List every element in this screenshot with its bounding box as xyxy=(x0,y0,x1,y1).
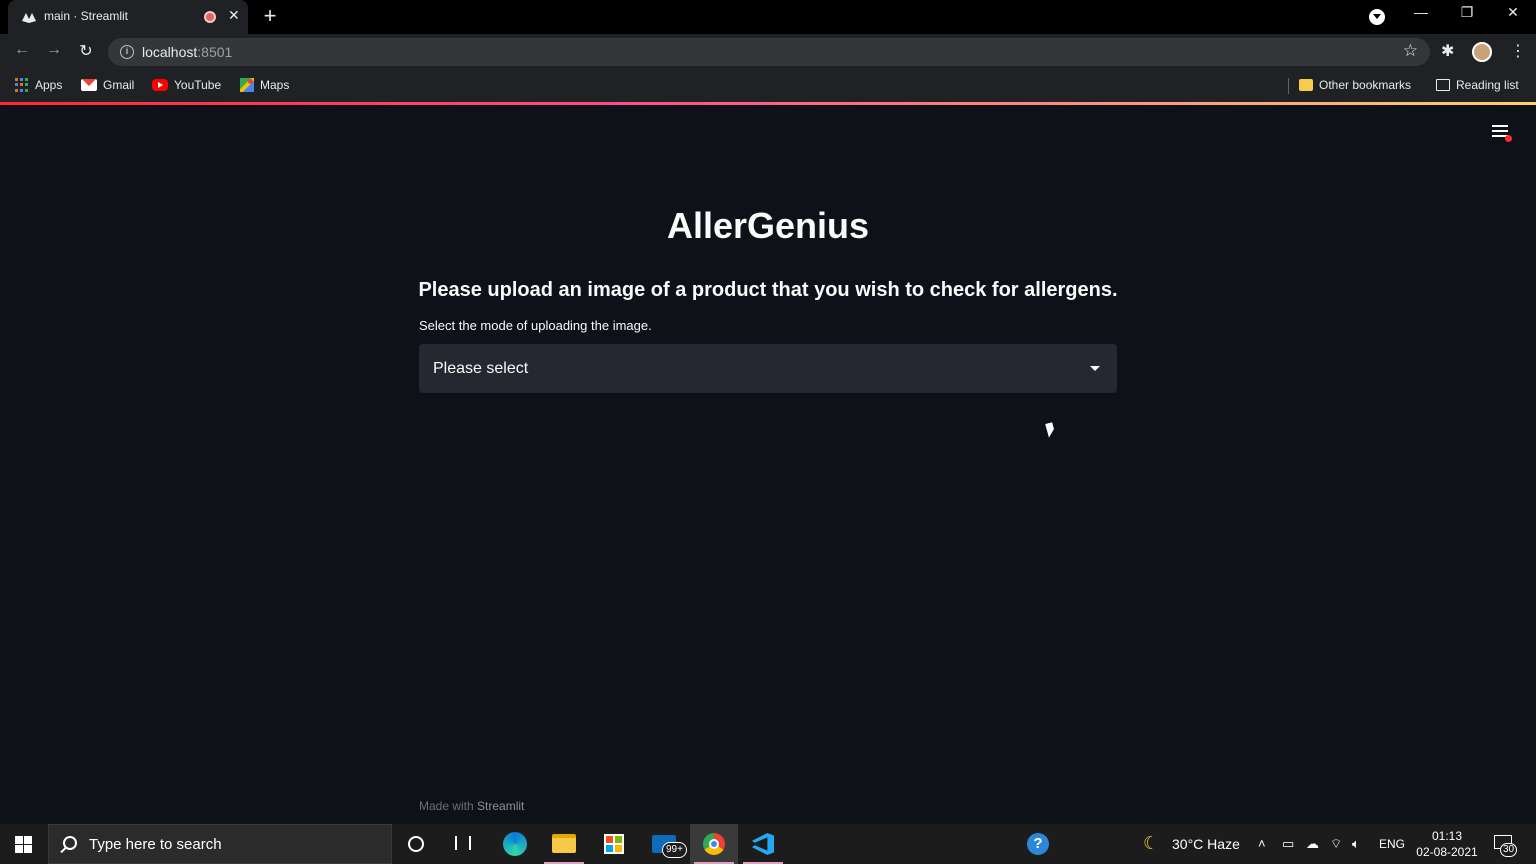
other-bookmarks[interactable]: Other bookmarks xyxy=(1299,78,1411,92)
tab-title: main · Streamlit xyxy=(44,9,129,23)
get-help-icon[interactable]: ? xyxy=(1027,833,1049,855)
wifi-icon[interactable]: ⌔ xyxy=(1330,836,1342,852)
bookmark-gmail[interactable]: Gmail xyxy=(81,78,134,92)
footer-prefix: Made with xyxy=(419,799,478,813)
select-value: Please select xyxy=(433,360,529,377)
gmail-icon xyxy=(81,79,97,91)
minimize-button[interactable]: — xyxy=(1411,4,1431,20)
footer-streamlit-link[interactable]: Streamlit xyxy=(477,799,524,813)
taskbar-app-file-explorer[interactable] xyxy=(540,824,588,864)
bookmarks-bar: Apps Gmail YouTube Maps Other bookmarks … xyxy=(0,70,1536,102)
chrome-icon xyxy=(703,833,725,855)
task-view-icon xyxy=(455,836,471,850)
upload-mode-select[interactable]: Please select xyxy=(419,344,1117,393)
reading-list[interactable]: Reading list xyxy=(1436,78,1519,92)
clock-date: 02-08-2021 xyxy=(1416,845,1478,859)
system-clock[interactable]: 01:13 02-08-2021 xyxy=(1412,828,1482,860)
page-title: AllerGenius xyxy=(666,205,870,246)
bookmark-label: Maps xyxy=(260,78,290,92)
youtube-icon xyxy=(152,79,168,91)
address-bar[interactable]: i localhost:8501 ☆ xyxy=(108,38,1430,66)
search-icon xyxy=(63,836,77,850)
taskbar-app-vscode[interactable] xyxy=(739,824,787,864)
mouse-cursor-icon xyxy=(1045,422,1056,438)
tab-close-icon[interactable]: ✕ xyxy=(228,7,240,24)
new-tab-button[interactable]: + xyxy=(260,3,280,29)
main-menu-hamburger-icon[interactable] xyxy=(1492,125,1512,142)
microsoft-store-icon xyxy=(604,834,624,854)
bookmark-label: YouTube xyxy=(174,78,222,92)
bookmark-maps[interactable]: Maps xyxy=(240,78,289,92)
recording-indicator-icon xyxy=(204,11,216,23)
browser-tab-main[interactable]: main · Streamlit ✕ xyxy=(8,0,248,34)
weather-text[interactable]: 30°C Haze xyxy=(1172,836,1240,852)
vscode-icon xyxy=(752,833,774,855)
footer: Made with Streamlit xyxy=(419,799,524,813)
bookmark-youtube[interactable]: YouTube xyxy=(152,78,221,92)
weather-moon-icon[interactable]: ☾ xyxy=(1143,833,1159,854)
taskbar-app-store[interactable] xyxy=(590,824,638,864)
tab-search-icon[interactable] xyxy=(1369,9,1385,25)
bookmarks-divider xyxy=(1288,78,1289,94)
close-window-button[interactable]: ✕ xyxy=(1503,4,1523,21)
volume-icon[interactable]: 🔈︎ xyxy=(1352,836,1360,852)
chevron-down-icon[interactable] xyxy=(1090,366,1100,371)
menu-notification-dot xyxy=(1505,135,1512,142)
site-info-icon[interactable]: i xyxy=(120,45,134,59)
file-explorer-icon xyxy=(552,834,576,853)
reading-list-icon xyxy=(1436,79,1450,91)
extensions-puzzle-icon[interactable]: ✱ xyxy=(1441,41,1454,61)
folder-icon xyxy=(1299,79,1313,91)
back-arrow-icon[interactable]: ← xyxy=(12,41,32,59)
browser-toolbar: ← → ↻ i localhost:8501 ☆ ✱ ⋮ xyxy=(0,34,1536,70)
restore-button[interactable]: ❐ xyxy=(1457,4,1477,21)
taskbar-app-chrome[interactable] xyxy=(690,824,738,864)
apps-grid-icon xyxy=(15,78,29,92)
windows-start-icon[interactable] xyxy=(15,836,32,853)
profile-avatar[interactable] xyxy=(1472,42,1492,62)
mail-unread-badge: 99+ xyxy=(662,842,687,858)
reload-icon[interactable]: ↻ xyxy=(76,41,96,61)
taskbar-search-box[interactable]: Type here to search xyxy=(48,824,392,864)
forward-arrow-icon[interactable]: → xyxy=(44,41,64,59)
other-bookmarks-label: Other bookmarks xyxy=(1319,78,1412,92)
search-placeholder: Type here to search xyxy=(89,836,222,853)
browser-titlebar: main · Streamlit ✕ + — ❐ ✕ xyxy=(0,0,1536,34)
input-language[interactable]: ENG xyxy=(1379,837,1405,851)
cortana-icon xyxy=(408,836,424,852)
bookmark-apps[interactable]: Apps xyxy=(15,78,62,92)
maps-icon xyxy=(240,78,254,92)
bookmark-label: Gmail xyxy=(103,78,135,92)
reading-list-label: Reading list xyxy=(1456,78,1519,92)
bookmark-star-icon[interactable]: ☆ xyxy=(1403,41,1418,61)
bookmark-label: Apps xyxy=(35,78,63,92)
edge-icon xyxy=(503,832,527,856)
onedrive-icon[interactable]: ☁ xyxy=(1306,836,1319,852)
url-text[interactable]: localhost:8501 xyxy=(142,44,232,60)
windows-taskbar: Type here to search 99+ ? ☾ 30°C Haze ˄ … xyxy=(0,824,1536,864)
taskbar-app-edge[interactable] xyxy=(491,824,539,864)
notification-count-badge: 30 xyxy=(1500,843,1518,857)
chevron-up-icon[interactable]: ˄ xyxy=(1258,836,1266,851)
cortana-button[interactable] xyxy=(392,824,440,864)
taskbar-app-mail[interactable]: 99+ xyxy=(640,824,688,864)
upload-mode-label: Select the mode of uploading the image. xyxy=(419,318,652,333)
chrome-menu-icon[interactable]: ⋮ xyxy=(1510,41,1526,61)
clock-time: 01:13 xyxy=(1431,829,1463,843)
streamlit-favicon-icon xyxy=(22,13,36,23)
page-subtitle: Please upload an image of a product that… xyxy=(418,279,1118,301)
battery-icon[interactable]: ▭ xyxy=(1282,836,1294,852)
task-view-button[interactable] xyxy=(440,824,488,864)
streamlit-app: AllerGenius Please upload an image of a … xyxy=(0,105,1536,824)
